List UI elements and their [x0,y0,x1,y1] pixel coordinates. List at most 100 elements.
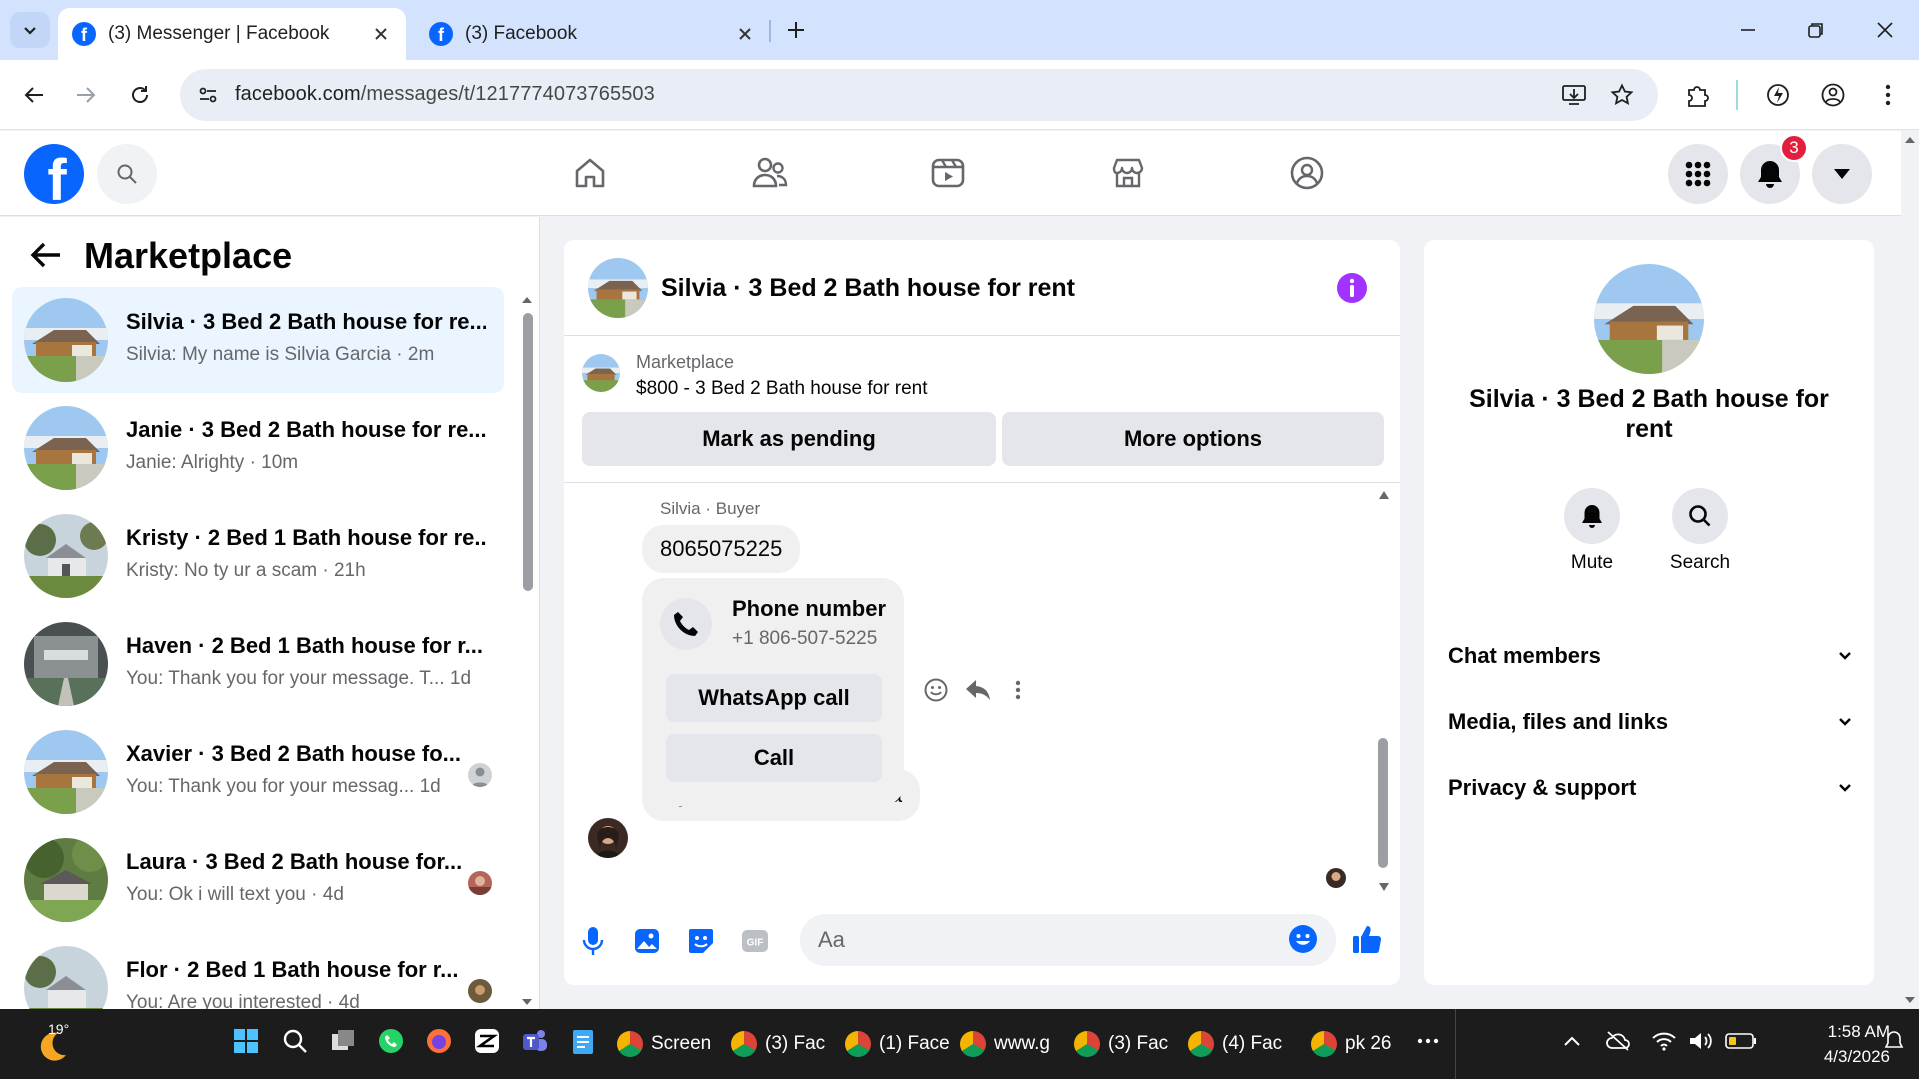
listing-thumbnail[interactable] [582,354,620,392]
forward-arrow-icon[interactable] [68,77,104,113]
site-settings-icon[interactable] [194,81,222,109]
sticker-icon[interactable] [686,926,716,956]
conversation-avatar[interactable] [588,258,648,318]
cloud-sync-off-icon[interactable] [1602,1025,1634,1057]
restore-window-icon[interactable] [1792,12,1840,48]
friends-icon[interactable] [748,151,792,195]
call-button[interactable]: Call [666,734,882,782]
menu-grid-icon[interactable] [1668,144,1728,204]
more-options-button[interactable]: More options [1002,412,1384,466]
chat-members-section[interactable]: Chat members [1448,632,1852,680]
chat-list-scroll-thumb[interactable] [523,313,533,591]
taskbar-app-label: (3) Fac [1108,1033,1169,1054]
seen-avatar [468,763,492,787]
bookmark-star-icon[interactable] [1604,77,1640,113]
close-tab-icon[interactable] [370,23,392,45]
wifi-icon[interactable] [1648,1025,1680,1057]
back-arrow-icon[interactable] [28,237,64,273]
back-arrow-icon[interactable] [16,77,52,113]
profile-icon[interactable] [1815,77,1851,113]
page-scrollbar[interactable] [1901,131,1919,1009]
browser-tab-facebook[interactable]: f (3) Facebook [415,8,770,60]
facebook-logo[interactable]: f [24,144,84,204]
house-avatar [24,622,108,706]
close-window-icon[interactable] [1861,12,1909,48]
scroll-up-icon[interactable] [1378,489,1390,501]
thread-scroll-thumb[interactable] [1378,738,1388,868]
taskbar-chrome-window[interactable]: pk 26 [1311,1021,1391,1067]
account-chevron-icon[interactable] [1812,144,1872,204]
show-hidden-icons-icon[interactable] [1556,1025,1588,1057]
tab-search-button[interactable] [10,12,50,48]
media-files-links-section[interactable]: Media, files and links [1448,698,1852,746]
mark-as-pending-button[interactable]: Mark as pending [582,412,996,466]
reload-icon[interactable] [122,77,158,113]
chat-preview: You: Are you interested · 4d [126,992,360,1009]
reply-icon[interactable] [964,676,992,704]
taskbar-search-icon[interactable] [279,1025,311,1057]
info-avatar[interactable] [1594,264,1704,374]
toolbar-divider [1736,80,1738,110]
whatsapp-icon[interactable] [375,1025,407,1057]
install-app-icon[interactable] [1556,77,1592,113]
capcut-icon[interactable] [471,1025,503,1057]
info-icon[interactable] [1336,272,1368,304]
video-icon[interactable] [926,151,970,195]
chat-list-item[interactable]: Laura · 3 Bed 2 Bath house for... You: O… [12,827,504,933]
battery-icon[interactable] [1725,1025,1757,1057]
taskbar-chrome-window[interactable]: www.g [960,1021,1050,1067]
bell-icon [1564,488,1620,544]
react-emoji-icon[interactable] [922,676,950,704]
emoji-icon[interactable] [1288,924,1318,954]
facebook-search-icon[interactable] [97,144,157,204]
sender-avatar[interactable] [588,818,628,858]
chat-list-item[interactable]: Silvia · 3 Bed 2 Bath house for re... Si… [12,287,504,393]
clock-date[interactable]: 4/3/2026 [1770,1047,1890,1067]
taskbar-chrome-window[interactable]: (4) Fac [1188,1021,1282,1067]
firefox-icon[interactable] [423,1025,455,1057]
mute-button[interactable]: Mute [1552,488,1632,574]
chrome-menu-icon[interactable] [1870,77,1906,113]
browser-tab-messenger[interactable]: f (3) Messenger | Facebook [58,8,406,60]
notepad-icon[interactable] [567,1025,599,1057]
minimize-window-icon[interactable] [1724,12,1772,48]
extensions-puzzle-icon[interactable] [1680,77,1716,113]
message-bubble-phone[interactable]: 8065075225 [642,525,801,573]
privacy-support-section[interactable]: Privacy & support [1448,764,1852,812]
taskbar-overflow-icon[interactable] [1412,1025,1444,1057]
taskbar-chrome-window[interactable]: (3) Fac [1074,1021,1168,1067]
url-text[interactable]: facebook.com/messages/t/1217774073765503 [235,83,655,106]
home-icon[interactable] [568,151,612,195]
clock-time[interactable]: 1:58 AM [1790,1022,1890,1042]
notification-center-icon[interactable] [1878,1025,1910,1057]
listing-price[interactable]: $800 - 3 Bed 2 Bath house for rent [636,378,928,400]
task-view-icon[interactable] [327,1025,359,1057]
chat-list-item[interactable]: Haven · 2 Bed 1 Bath house for r... You:… [12,611,504,717]
photo-icon[interactable] [632,926,662,956]
windows-start-icon[interactable] [230,1025,262,1057]
search-in-conversation-button[interactable]: Search [1660,488,1740,574]
message-input[interactable] [800,914,1336,966]
whatsapp-call-button[interactable]: WhatsApp call [666,674,882,722]
scroll-down-icon[interactable] [1378,881,1390,893]
thumbs-up-icon[interactable] [1350,922,1384,956]
chat-list-item[interactable]: Flor · 2 Bed 1 Bath house for r... You: … [12,935,504,1009]
volume-icon[interactable] [1685,1025,1717,1057]
close-tab-icon[interactable] [734,23,756,45]
gif-icon[interactable]: GIF [740,926,770,956]
gaming-icon[interactable] [1285,151,1329,195]
chat-list-item[interactable]: Xavier · 3 Bed 2 Bath house fo... You: T… [12,719,504,825]
marketplace-icon[interactable] [1106,151,1150,195]
taskbar-chrome-window[interactable]: (1) Face [845,1021,950,1067]
house-avatar [24,730,108,814]
taskbar-chrome-window[interactable]: (3) Fac [731,1021,825,1067]
new-tab-plus-icon[interactable] [780,14,812,46]
more-actions-icon[interactable] [1004,676,1032,704]
conversation-title[interactable]: Silvia · 3 Bed 2 Bath house for rent [661,274,1075,303]
chat-list-item[interactable]: Janie · 3 Bed 2 Bath house for re... Jan… [12,395,504,501]
microphone-icon[interactable] [578,926,608,956]
chat-list-item[interactable]: Kristy · 2 Bed 1 Bath house for re... Kr… [12,503,504,609]
teams-icon[interactable] [519,1025,551,1057]
taskbar-chrome-window[interactable]: Screen [617,1021,711,1067]
performance-icon[interactable] [1760,77,1796,113]
